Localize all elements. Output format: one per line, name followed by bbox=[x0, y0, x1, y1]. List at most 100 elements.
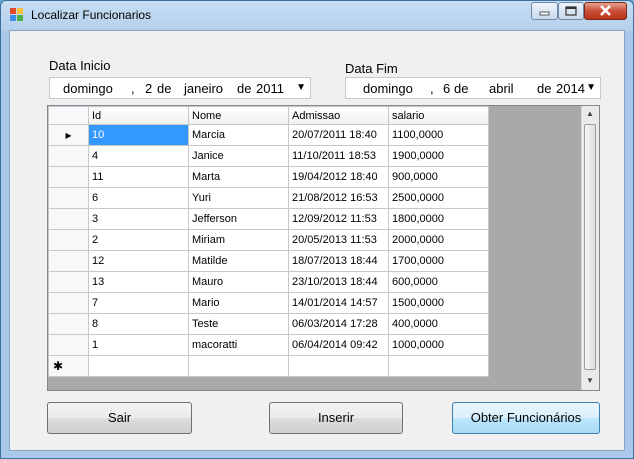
scrollbar-thumb[interactable] bbox=[584, 124, 596, 370]
cell-admissao[interactable]: 06/03/2014 17:28 bbox=[288, 313, 389, 335]
cell-nome[interactable]: Marcia bbox=[188, 124, 289, 146]
cell-id[interactable]: 6 bbox=[88, 187, 189, 209]
cell-nome[interactable]: macoratti bbox=[188, 334, 289, 356]
cell-admissao[interactable]: 20/07/2011 18:40 bbox=[288, 124, 389, 146]
row-header[interactable] bbox=[48, 334, 89, 356]
cell-nome[interactable]: Mario bbox=[188, 292, 289, 314]
row-header[interactable] bbox=[48, 166, 89, 188]
cell-admissao[interactable]: 21/08/2012 16:53 bbox=[288, 187, 389, 209]
table-row[interactable]: 13 Mauro 23/10/2013 18:44 600,0000 bbox=[48, 271, 489, 293]
new-row-cell[interactable] bbox=[188, 355, 289, 377]
cell-admissao[interactable]: 12/09/2012 11:53 bbox=[288, 208, 389, 230]
start-weekday: domingo bbox=[63, 81, 113, 96]
cell-nome[interactable]: Jefferson bbox=[188, 208, 289, 230]
new-row-cell[interactable] bbox=[88, 355, 189, 377]
table-row[interactable]: 4 Janice 11/10/2011 18:53 1900,0000 bbox=[48, 145, 489, 167]
vertical-scrollbar[interactable]: ▲ ▼ bbox=[581, 106, 599, 390]
close-button[interactable] bbox=[584, 2, 627, 20]
new-row-cell[interactable] bbox=[288, 355, 389, 377]
column-header-nome[interactable]: Nome bbox=[188, 106, 289, 125]
cell-salario[interactable]: 900,0000 bbox=[388, 166, 489, 188]
new-row-cell[interactable] bbox=[388, 355, 489, 377]
end-date-picker[interactable]: domingo , 6 de abril de 2014 ▼ bbox=[345, 77, 601, 99]
cell-salario[interactable]: 400,0000 bbox=[388, 313, 489, 335]
cell-admissao[interactable]: 23/10/2013 18:44 bbox=[288, 271, 389, 293]
row-header[interactable] bbox=[48, 271, 89, 293]
scroll-up-icon[interactable]: ▲ bbox=[586, 109, 594, 118]
cell-salario[interactable]: 2500,0000 bbox=[388, 187, 489, 209]
cell-nome[interactable]: Miriam bbox=[188, 229, 289, 251]
row-header[interactable] bbox=[48, 313, 89, 335]
title-bar[interactable]: Localizar Funcionarios bbox=[1, 1, 633, 29]
table-row[interactable]: ▸ 10 Marcia 20/07/2011 18:40 1100,0000 bbox=[48, 124, 489, 146]
cell-nome[interactable]: Mauro bbox=[188, 271, 289, 293]
start-date-picker[interactable]: domingo , 2 de janeiro de 2011 ▼ bbox=[49, 77, 311, 99]
cell-salario[interactable]: 2000,0000 bbox=[388, 229, 489, 251]
maximize-button[interactable] bbox=[558, 2, 584, 20]
cell-salario[interactable]: 1500,0000 bbox=[388, 292, 489, 314]
row-header[interactable] bbox=[48, 229, 89, 251]
end-date-label: Data Fim bbox=[345, 61, 398, 76]
table-row[interactable]: 12 Matilde 18/07/2013 18:44 1700,0000 bbox=[48, 250, 489, 272]
table-row[interactable]: 2 Miriam 20/05/2013 11:53 2000,0000 bbox=[48, 229, 489, 251]
row-header[interactable] bbox=[48, 250, 89, 272]
cell-salario[interactable]: 600,0000 bbox=[388, 271, 489, 293]
chevron-down-icon[interactable]: ▼ bbox=[296, 82, 306, 93]
table-row[interactable]: 1 macoratti 06/04/2014 09:42 1000,0000 bbox=[48, 334, 489, 356]
new-row[interactable]: ✱ bbox=[48, 355, 489, 377]
cell-admissao[interactable]: 06/04/2014 09:42 bbox=[288, 334, 389, 356]
end-sep: , bbox=[430, 81, 434, 96]
cell-id[interactable]: 1 bbox=[88, 334, 189, 356]
new-row-icon: ✱ bbox=[48, 355, 89, 377]
cell-id[interactable]: 8 bbox=[88, 313, 189, 335]
cell-nome[interactable]: Yuri bbox=[188, 187, 289, 209]
minimize-button[interactable] bbox=[531, 2, 558, 20]
close-icon bbox=[600, 5, 611, 16]
row-header[interactable] bbox=[48, 292, 89, 314]
cell-id[interactable]: 12 bbox=[88, 250, 189, 272]
cell-id[interactable]: 7 bbox=[88, 292, 189, 314]
cell-id[interactable]: 11 bbox=[88, 166, 189, 188]
scroll-down-icon[interactable]: ▼ bbox=[586, 376, 594, 385]
table-row[interactable]: 11 Marta 19/04/2012 18:40 900,0000 bbox=[48, 166, 489, 188]
cell-id[interactable]: 10 bbox=[88, 124, 189, 146]
column-header-admissao[interactable]: Admissao bbox=[288, 106, 389, 125]
cell-id[interactable]: 3 bbox=[88, 208, 189, 230]
cell-salario[interactable]: 1700,0000 bbox=[388, 250, 489, 272]
cell-admissao[interactable]: 14/01/2014 14:57 bbox=[288, 292, 389, 314]
chevron-down-icon[interactable]: ▼ bbox=[586, 82, 596, 93]
cell-salario[interactable]: 1100,0000 bbox=[388, 124, 489, 146]
table-row[interactable]: 3 Jefferson 12/09/2012 11:53 1800,0000 bbox=[48, 208, 489, 230]
end-day: 6 bbox=[443, 81, 451, 96]
cell-admissao[interactable]: 19/04/2012 18:40 bbox=[288, 166, 389, 188]
row-header[interactable] bbox=[48, 208, 89, 230]
row-header[interactable] bbox=[48, 145, 89, 167]
cell-id[interactable]: 13 bbox=[88, 271, 189, 293]
table-row[interactable]: 8 Teste 06/03/2014 17:28 400,0000 bbox=[48, 313, 489, 335]
row-header-corner bbox=[48, 106, 89, 125]
cell-salario[interactable]: 1000,0000 bbox=[388, 334, 489, 356]
column-header-id[interactable]: Id bbox=[88, 106, 189, 125]
obter-funcionarios-button[interactable]: Obter Funcionários bbox=[452, 402, 600, 434]
table-row[interactable]: 7 Mario 14/01/2014 14:57 1500,0000 bbox=[48, 292, 489, 314]
employees-grid[interactable]: Id Nome Admissao salario ▸ 10 Marcia 20/07/… bbox=[47, 105, 600, 391]
column-header-salario[interactable]: salario bbox=[388, 106, 489, 125]
row-header[interactable] bbox=[48, 187, 89, 209]
cell-admissao[interactable]: 18/07/2013 18:44 bbox=[288, 250, 389, 272]
cell-salario[interactable]: 1900,0000 bbox=[388, 145, 489, 167]
cell-nome[interactable]: Matilde bbox=[188, 250, 289, 272]
sair-button[interactable]: Sair bbox=[47, 402, 192, 434]
cell-admissao[interactable]: 11/10/2011 18:53 bbox=[288, 145, 389, 167]
cell-id[interactable]: 4 bbox=[88, 145, 189, 167]
row-header[interactable]: ▸ bbox=[48, 124, 89, 146]
grid-body: ▸ 10 Marcia 20/07/2011 18:40 1100,0000 4 Janic… bbox=[48, 124, 489, 377]
cell-salario[interactable]: 1800,0000 bbox=[388, 208, 489, 230]
cell-nome[interactable]: Teste bbox=[188, 313, 289, 335]
table-row[interactable]: 6 Yuri 21/08/2012 16:53 2500,0000 bbox=[48, 187, 489, 209]
cell-nome[interactable]: Marta bbox=[188, 166, 289, 188]
cell-nome[interactable]: Janice bbox=[188, 145, 289, 167]
inserir-button[interactable]: Inserir bbox=[269, 402, 403, 434]
cell-id[interactable]: 2 bbox=[88, 229, 189, 251]
cell-admissao[interactable]: 20/05/2013 11:53 bbox=[288, 229, 389, 251]
minimize-icon bbox=[539, 11, 550, 16]
